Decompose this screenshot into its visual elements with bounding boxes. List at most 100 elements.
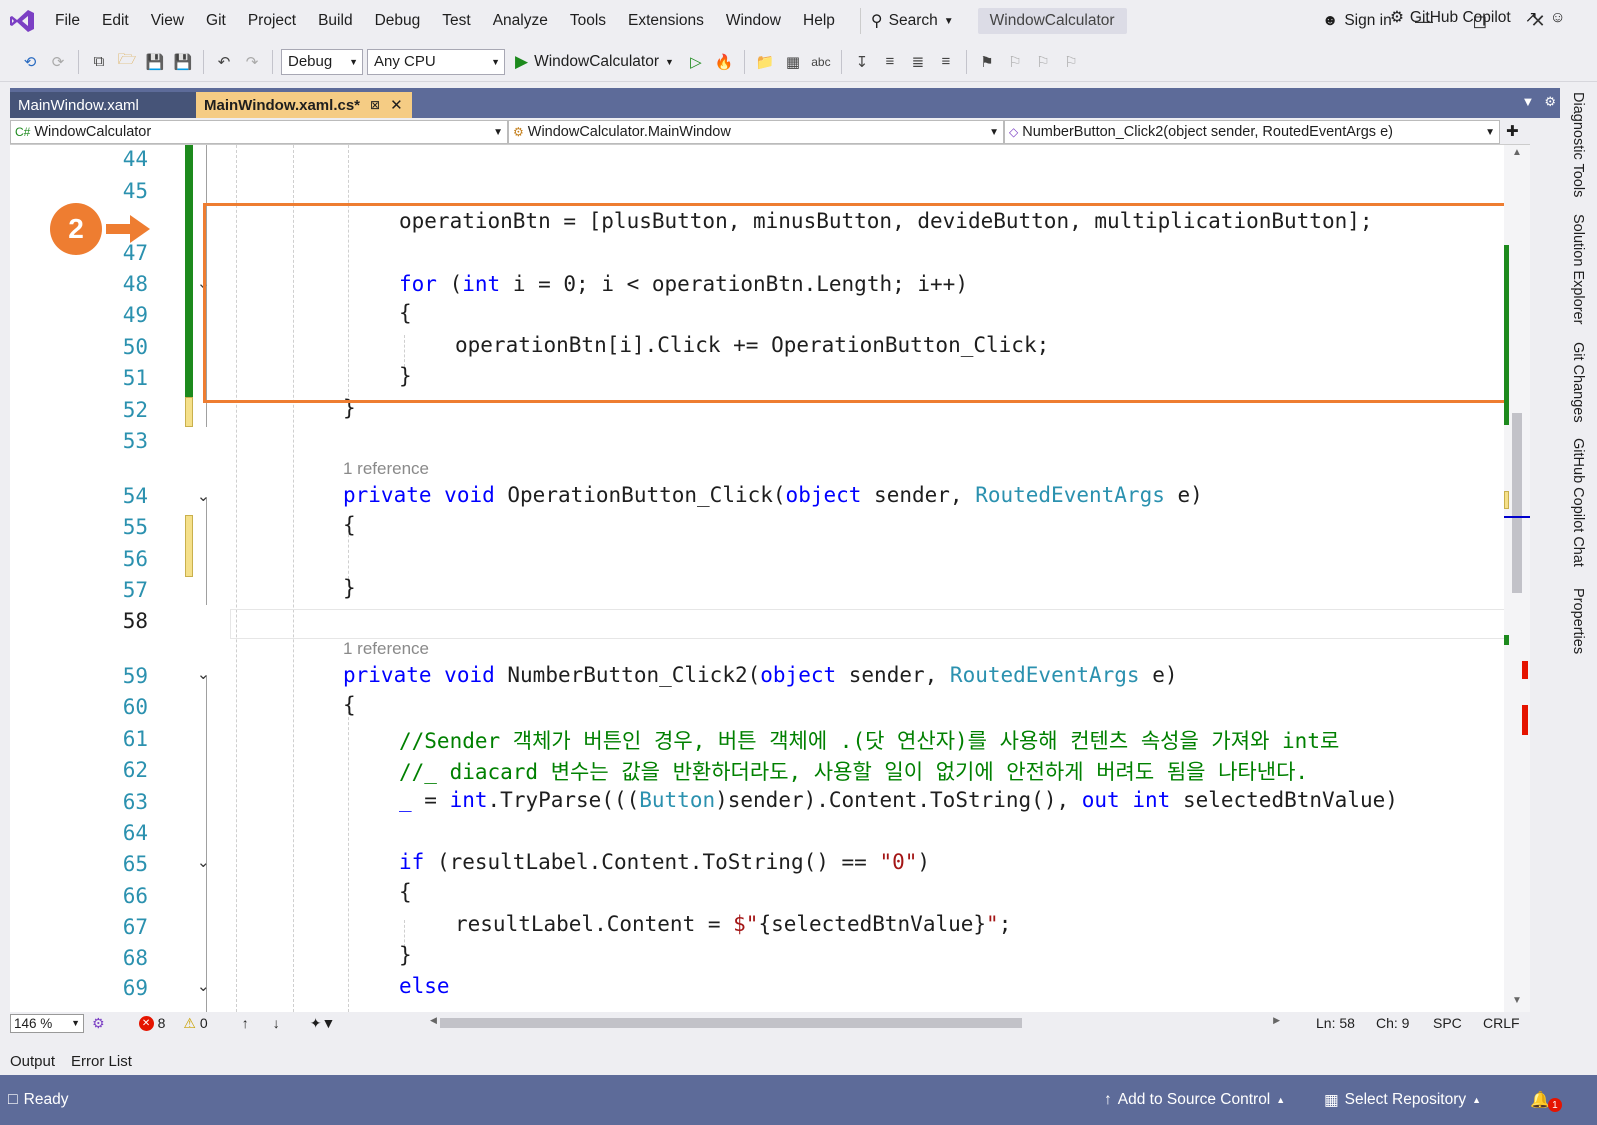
- select-repository-button[interactable]: ▦ Select Repository ▲: [1324, 1091, 1481, 1110]
- platform-select[interactable]: Any CPU ▼: [367, 48, 505, 75]
- menu-analyze[interactable]: Analyze: [482, 0, 559, 42]
- vertical-scrollbar[interactable]: ▲ ▼: [1504, 145, 1530, 1012]
- close-tab-icon[interactable]: ✕: [390, 96, 403, 114]
- menu-extensions[interactable]: Extensions: [617, 0, 715, 42]
- open-file-icon[interactable]: 🗁: [115, 50, 139, 74]
- menu-debug[interactable]: Debug: [364, 0, 432, 42]
- warning-count-value: 0: [199, 1015, 208, 1031]
- scroll-left-icon[interactable]: ◀: [430, 1015, 437, 1026]
- scroll-thumb[interactable]: [1512, 413, 1522, 593]
- clear-bookmarks-icon[interactable]: ⚐: [1059, 50, 1083, 74]
- prev-bookmark-icon[interactable]: ⚐: [1003, 50, 1027, 74]
- tab-github-copilot-chat[interactable]: GitHub Copilot Chat: [1570, 438, 1586, 567]
- horizontal-scrollbar[interactable]: ◀ ▶: [430, 1015, 1280, 1028]
- line-ending-indicator[interactable]: CRLF: [1483, 1015, 1520, 1031]
- menu-tools[interactable]: Tools: [559, 0, 617, 42]
- pin-icon[interactable]: ⊠: [370, 98, 380, 112]
- github-copilot-button[interactable]: ⚙ GitHub Copilot ↗ ☺: [1390, 8, 1566, 27]
- previous-issue-icon[interactable]: ↑: [242, 1015, 249, 1031]
- code-cleanup-icon[interactable]: ✦▼: [310, 1015, 336, 1032]
- project-dropdown[interactable]: C# WindowCalculator ▼: [10, 120, 508, 144]
- collapse-chevron-icon[interactable]: ⌄: [197, 977, 210, 995]
- redo-icon[interactable]: ↷: [240, 50, 264, 74]
- tab-solution-explorer[interactable]: Solution Explorer: [1570, 214, 1586, 324]
- next-bookmark-icon[interactable]: ⚐: [1031, 50, 1055, 74]
- menu-test[interactable]: Test: [431, 0, 481, 42]
- horizontal-scroll-thumb[interactable]: [440, 1018, 1022, 1028]
- tab-diagnostic-tools[interactable]: Diagnostic Tools: [1570, 92, 1586, 197]
- code-health-icon[interactable]: ⚙: [92, 1015, 105, 1032]
- spell-check-icon[interactable]: abc: [809, 50, 833, 74]
- visual-studio-logo-icon[interactable]: [0, 0, 44, 42]
- add-to-source-control-button[interactable]: ↑ Add to Source Control ▲: [1104, 1091, 1285, 1109]
- line-number: 49: [122, 303, 148, 327]
- navigate-forward-icon[interactable]: ⟳: [46, 50, 70, 74]
- tab-output[interactable]: Output: [10, 1053, 55, 1070]
- menu-help[interactable]: Help: [792, 0, 846, 42]
- tab-properties[interactable]: Properties: [1570, 588, 1586, 654]
- keyword: private: [343, 483, 432, 507]
- start-without-debugging-icon[interactable]: ▷: [684, 50, 708, 74]
- next-issue-icon[interactable]: ↓: [273, 1015, 280, 1031]
- editor-status-bar: 146 % ▼ ⚙ ✕ 8 ⚠ 0 ↑ ↓ ✦▼ ◀ ▶ Ln: 58 Ch: …: [10, 1012, 1530, 1034]
- menu-git[interactable]: Git: [195, 0, 237, 42]
- share-icon[interactable]: ↗: [1525, 8, 1538, 27]
- line-number: 62: [122, 758, 148, 782]
- tab-mainwindow-xaml-cs[interactable]: MainWindow.xaml.cs* ⊠ ✕: [196, 92, 412, 118]
- tab-list-dropdown-icon[interactable]: ▼: [1521, 94, 1534, 110]
- search-button[interactable]: ⚲ Search ▼: [859, 8, 964, 34]
- sign-in-button[interactable]: ☻ Sign in: [1322, 0, 1392, 42]
- member-dropdown[interactable]: ◇ NumberButton_Click2(object sender, Rou…: [1004, 120, 1500, 144]
- collapse-chevron-icon[interactable]: ⌄: [197, 487, 210, 505]
- undo-icon[interactable]: ↶: [212, 50, 236, 74]
- split-editor-icon[interactable]: ✚: [1506, 122, 1519, 144]
- column-indicator[interactable]: Ch: 9: [1376, 1015, 1409, 1031]
- solution-explorer-icon[interactable]: 📁: [753, 50, 777, 74]
- menu-project[interactable]: Project: [237, 0, 307, 42]
- scroll-right-icon[interactable]: ▶: [1273, 1015, 1280, 1026]
- comment-line: //Sender 객체가 버튼인 경우, 버튼 객체에 .(닷 연산자)를 사용…: [399, 725, 1339, 755]
- settings-gear-icon[interactable]: ⚙: [1544, 94, 1556, 110]
- configuration-select[interactable]: Debug ▼: [281, 48, 363, 75]
- start-debugging-button[interactable]: ▶ WindowCalculator ▼: [509, 52, 680, 72]
- warning-count[interactable]: ⚠ 0: [183, 1015, 207, 1032]
- menu-view[interactable]: View: [140, 0, 195, 42]
- line-indicator[interactable]: Ln: 58: [1316, 1015, 1355, 1031]
- scroll-up-icon[interactable]: ▲: [1512, 147, 1522, 158]
- tab-git-changes[interactable]: Git Changes: [1570, 342, 1586, 423]
- uncomment-icon[interactable]: ≡: [934, 50, 958, 74]
- keyword: out: [1081, 788, 1120, 812]
- save-all-icon[interactable]: 💾: [171, 50, 195, 74]
- step-into-icon[interactable]: ↧: [850, 50, 874, 74]
- hot-reload-icon[interactable]: 🔥: [712, 50, 736, 74]
- line-number: 53: [122, 429, 148, 453]
- tab-strip-actions: ▼ ⚙: [1521, 94, 1556, 110]
- menu-edit[interactable]: Edit: [91, 0, 140, 42]
- layout-icon[interactable]: ▦: [781, 50, 805, 74]
- tab-mainwindow-xaml[interactable]: MainWindow.xaml: [10, 92, 196, 118]
- save-icon[interactable]: 💾: [143, 50, 167, 74]
- feedback-icon[interactable]: ☺: [1550, 9, 1566, 27]
- menu-file[interactable]: File: [44, 0, 91, 42]
- bookmark-icon[interactable]: ⚑: [975, 50, 999, 74]
- codelens-references[interactable]: 1 reference: [343, 639, 429, 659]
- menu-build[interactable]: Build: [307, 0, 363, 42]
- comment-icon[interactable]: ≣: [906, 50, 930, 74]
- scroll-down-icon[interactable]: ▼: [1512, 995, 1522, 1006]
- code-editor[interactable]: 44 45 47 48 49 50 51 52 53 54 55 56 57 5…: [10, 145, 1520, 1012]
- format-icon[interactable]: ≡: [878, 50, 902, 74]
- whitespace-indicator[interactable]: SPC: [1433, 1015, 1462, 1031]
- collapse-chevron-icon[interactable]: ⌄: [197, 853, 210, 871]
- type-dropdown[interactable]: ⚙ WindowCalculator.MainWindow ▼: [508, 120, 1004, 144]
- navigate-back-icon[interactable]: ⟲: [18, 50, 42, 74]
- code-line: else: [399, 974, 450, 998]
- collapse-chevron-icon[interactable]: ⌄: [197, 665, 210, 683]
- tab-error-list[interactable]: Error List: [71, 1053, 132, 1070]
- codelens-references[interactable]: 1 reference: [343, 459, 429, 479]
- new-project-icon[interactable]: ⧉: [87, 50, 111, 74]
- notifications-button[interactable]: 🔔 1: [1530, 1088, 1562, 1112]
- menu-window[interactable]: Window: [715, 0, 792, 42]
- zoom-select[interactable]: 146 % ▼: [10, 1013, 84, 1033]
- error-count[interactable]: ✕ 8: [138, 1015, 165, 1031]
- line-number: 65: [122, 852, 148, 876]
